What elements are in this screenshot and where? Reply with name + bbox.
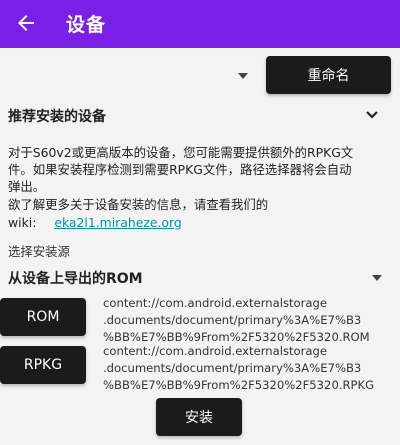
- install-button[interactable]: 安装: [156, 398, 242, 436]
- recommend-text-line3: 弹出。: [8, 179, 46, 194]
- wiki-prefix: wiki:: [8, 215, 37, 230]
- install-source-label: 选择安装源: [8, 244, 70, 259]
- rom-path-line1: content://com.android.externalstorage: [103, 296, 327, 310]
- device-dropdown[interactable]: [8, 62, 258, 90]
- rom-button[interactable]: ROM: [0, 298, 86, 336]
- install-source-dropdown[interactable]: 从设备上导出的ROM: [8, 266, 392, 290]
- back-arrow-icon[interactable]: [14, 11, 38, 35]
- rom-path-line2: .documents/document/primary%3A%E7%B3: [103, 313, 362, 327]
- recommend-text-line1: 对于S60v2或更高版本的设备，您可能需要提供额外的RPKG文: [8, 145, 354, 160]
- install-source-selected: 从设备上导出的ROM: [8, 271, 143, 287]
- rpkg-path-line1: content://com.android.externalstorage: [103, 344, 327, 358]
- wiki-link[interactable]: eka2l1.miraheze.org: [54, 215, 181, 230]
- rpkg-path-line3: %BB%E7%BB%9From%2F5320%2F5320.RPKG: [103, 378, 375, 392]
- recommend-section-title: 推荐安装的设备: [8, 109, 106, 125]
- rpkg-path-line2: .documents/document/primary%3A%E7%B3: [103, 361, 362, 375]
- rename-button[interactable]: 重命名: [266, 56, 391, 94]
- dropdown-arrow-icon: [238, 73, 248, 79]
- app-bar: 设备: [0, 0, 400, 48]
- rpkg-button[interactable]: RPKG: [0, 346, 86, 384]
- recommend-text-line4: 欲了解更多关于设备安装的信息，请查看我们的: [8, 197, 269, 212]
- wiki-line: wiki: eka2l1.miraheze.org: [8, 214, 182, 231]
- page-title: 设备: [66, 14, 107, 36]
- dropdown-arrow-icon: [372, 275, 382, 281]
- chevron-down-icon[interactable]: [365, 110, 379, 120]
- recommend-text-line2: 件。如果安装程序检测到需要RPKG文件，路径选择器将会自动: [8, 162, 352, 177]
